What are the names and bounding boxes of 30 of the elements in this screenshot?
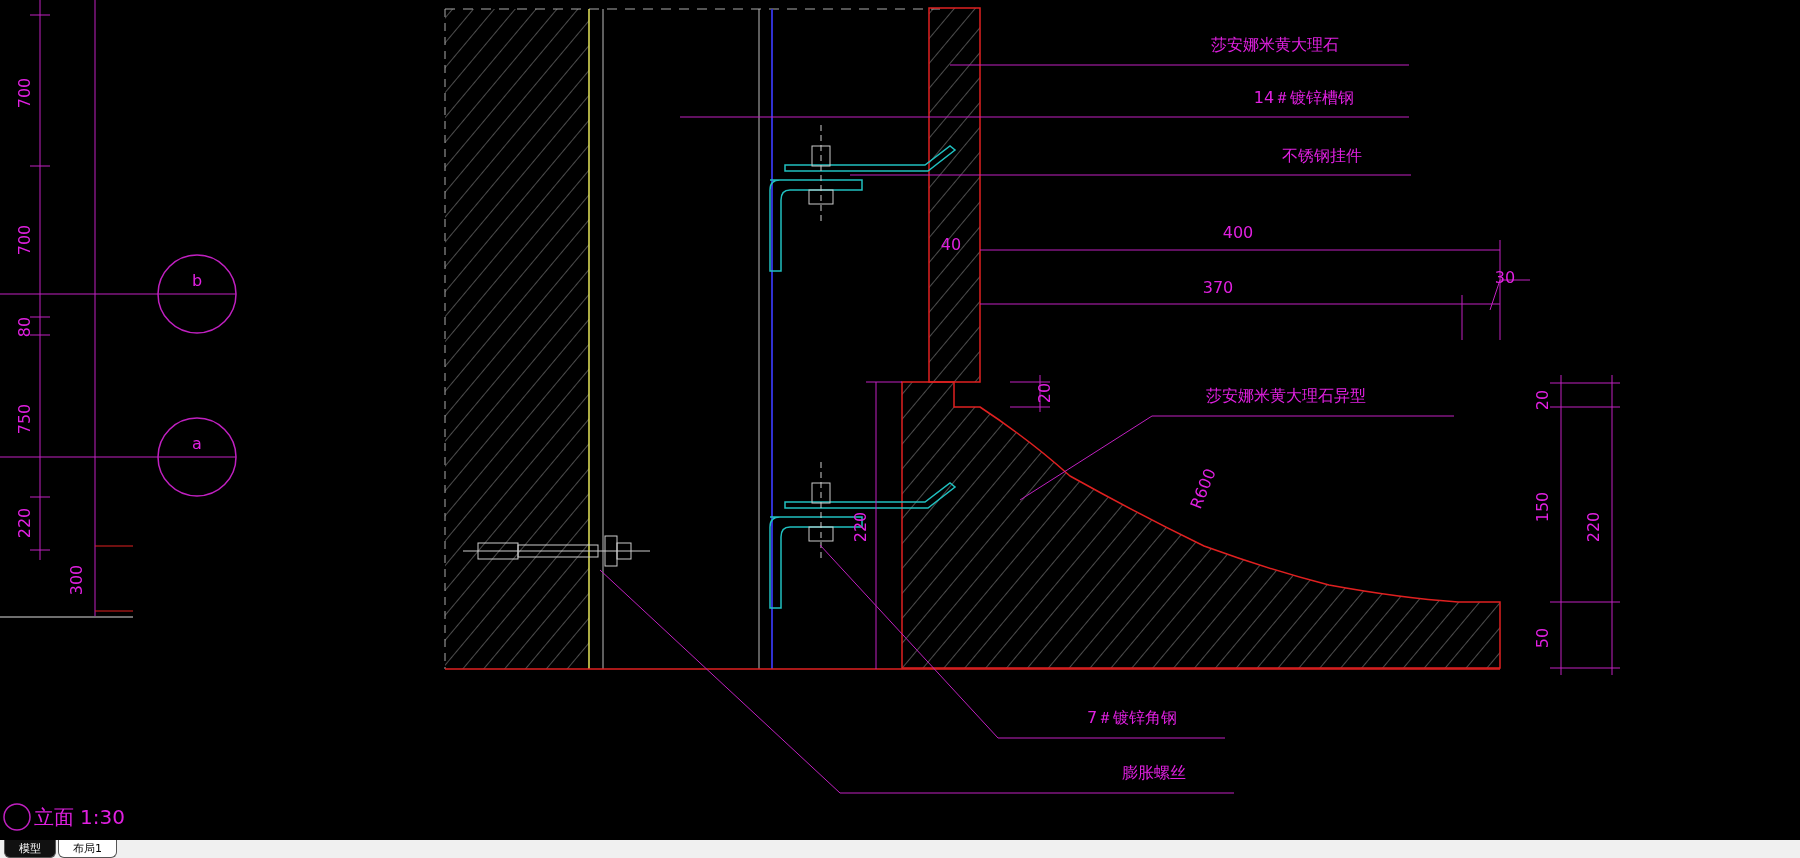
- layout-tab[interactable]: 布局1: [58, 840, 117, 858]
- dimension-text: 400: [1222, 222, 1254, 242]
- callout-label: 14＃镀锌槽钢: [1253, 87, 1355, 107]
- dimension-text: 700: [14, 224, 34, 256]
- dimension-text: 220: [850, 511, 870, 543]
- dimension-text: 20: [1532, 389, 1552, 411]
- callout-label: 莎安娜米黄大理石异型: [1206, 385, 1366, 405]
- dimension-text: 220: [14, 507, 34, 539]
- dimension-text: 30: [1494, 267, 1516, 287]
- dimension-text: 80: [14, 316, 34, 338]
- dimension-text: 300: [66, 564, 86, 596]
- dimension-text: 750: [14, 403, 34, 435]
- dimension-text: 50: [1532, 627, 1552, 649]
- callout-label: 不锈钢挂件: [1282, 145, 1362, 165]
- dimension-text: 20: [1034, 382, 1054, 404]
- dimension-text: 220: [1583, 511, 1603, 543]
- layout-tab[interactable]: 模型: [4, 840, 56, 858]
- dimension-text: 150: [1532, 491, 1552, 523]
- title-circle: [3, 803, 31, 831]
- grid-bubble-label: b: [191, 270, 203, 290]
- callout-label: 7＃镀锌角钢: [1086, 707, 1178, 727]
- view-scale: 1:30: [80, 804, 125, 829]
- grid-bubble-label: a: [192, 433, 202, 453]
- view-title: 立面: [34, 804, 74, 829]
- dimension-text: 370: [1202, 277, 1234, 297]
- callout-label: 膨胀螺丝: [1122, 762, 1186, 782]
- dimension-text: 700: [14, 77, 34, 109]
- dimension-text: 40: [940, 234, 962, 254]
- dimension-text: R600: [1186, 465, 1220, 512]
- callout-label: 莎安娜米黄大理石: [1211, 34, 1339, 54]
